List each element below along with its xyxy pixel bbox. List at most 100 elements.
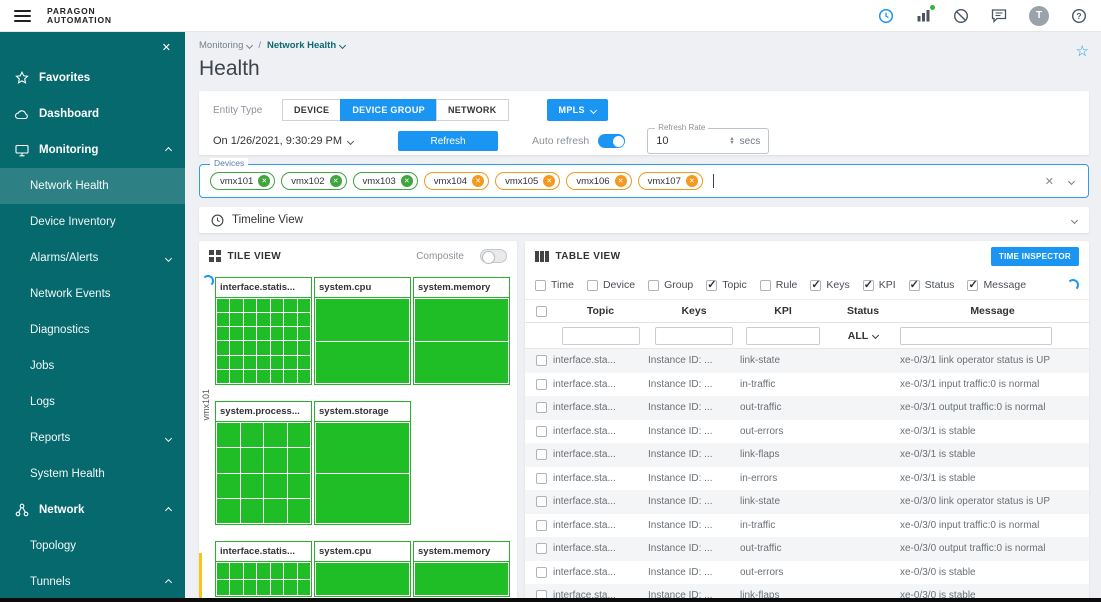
checkbox[interactable] [587,280,598,291]
chip-remove-icon[interactable]: ✕ [543,175,555,187]
composite-toggle[interactable] [480,249,507,263]
row-checkbox[interactable] [536,496,547,507]
device-chip[interactable]: vmx103 ✕ [353,172,418,190]
treemap-tile[interactable]: system.storage [314,401,411,525]
time-machine-icon[interactable] [878,8,894,24]
treemap-tile[interactable]: system.memory [413,541,510,597]
treemap-tile[interactable]: interface.statis... [215,277,312,385]
devices-field[interactable]: Devices vmx101 ✕ vmx102 ✕ vmx103 ✕ vmx10… [199,164,1089,198]
sidebar-item-logs[interactable]: Logs [0,384,185,420]
sidebar-item-network[interactable]: Network [0,492,185,528]
column-header-keys[interactable]: Keys [648,305,740,317]
table-row[interactable]: interface.sta...Instance ID: ...in-traff… [525,373,1089,397]
column-header-topic[interactable]: Topic [553,305,648,317]
refresh-rate-value[interactable]: 10 [656,135,729,147]
refresh-button[interactable]: Refresh [398,131,498,151]
row-checkbox[interactable] [536,543,547,554]
table-row[interactable]: interface.sta...Instance ID: ...link-fla… [525,584,1089,599]
device-chip[interactable]: vmx105 ✕ [495,172,560,190]
row-checkbox[interactable] [536,402,547,413]
checkbox-checked[interactable] [706,280,717,291]
user-avatar[interactable]: T [1029,6,1049,26]
column-header-message[interactable]: Message [900,305,1085,317]
chip-remove-icon[interactable]: ✕ [686,175,698,187]
table-row[interactable]: interface.sta...Instance ID: ...link-sta… [525,490,1089,514]
sidebar-item-monitoring[interactable]: Monitoring [0,132,185,168]
chip-remove-icon[interactable]: ✕ [330,175,342,187]
checkbox-checked[interactable] [863,280,874,291]
sidebar-item-network-health[interactable]: Network Health [0,168,185,204]
table-row[interactable]: interface.sta...Instance ID: ...out-erro… [525,420,1089,444]
treemap-cells[interactable] [216,562,311,596]
row-checkbox[interactable] [536,355,547,366]
treemap-tile[interactable]: system.memory [413,277,510,385]
sidebar-close-icon[interactable]: ✕ [162,41,171,54]
column-header-status[interactable]: Status [826,305,900,317]
treemap-tile[interactable]: system.cpu [314,277,411,385]
treemap-tile[interactable]: system.cpu [314,541,411,597]
disabled-icon[interactable] [953,8,969,24]
filter-message[interactable]: Message [967,279,1026,291]
favorite-star-icon[interactable]: ☆ [1076,42,1089,60]
chip-remove-icon[interactable]: ✕ [472,175,484,187]
table-row[interactable]: interface.sta...Instance ID: ...out-traf… [525,396,1089,420]
table-row[interactable]: interface.sta...Instance ID: ...link-fla… [525,443,1089,467]
device-chip[interactable]: vmx102 ✕ [281,172,346,190]
treemap-cells[interactable] [315,298,410,384]
filter-rule[interactable]: Rule [760,279,798,291]
checkbox[interactable] [648,280,659,291]
filter-device[interactable]: Device [587,279,635,291]
message-filter-input[interactable] [900,327,1052,345]
filter-keys[interactable]: Keys [810,279,849,291]
filter-group[interactable]: Group [648,279,693,291]
sidebar-item-jobs[interactable]: Jobs [0,348,185,384]
treemap-cells[interactable] [315,422,410,524]
checkbox-checked[interactable] [967,280,978,291]
chevron-down-icon[interactable] [1068,177,1075,184]
chip-remove-icon[interactable]: ✕ [615,175,627,187]
row-checkbox[interactable] [536,473,547,484]
sidebar-item-favorites[interactable]: Favorites [0,60,185,96]
treemap-cells[interactable] [315,562,410,596]
help-icon[interactable]: ? [1071,8,1087,24]
treemap-tile[interactable]: interface.statis... [215,541,312,597]
row-checkbox[interactable] [536,449,547,460]
entity-device-group-button[interactable]: DEVICE GROUP [340,99,437,121]
row-checkbox[interactable] [536,379,547,390]
kpi-filter-input[interactable] [746,327,820,345]
sidebar-item-tunnels[interactable]: Tunnels [0,564,185,600]
feedback-icon[interactable] [991,8,1007,23]
filter-status[interactable]: Status [909,279,955,291]
sidebar-item-topology[interactable]: Topology [0,528,185,564]
time-inspector-button[interactable]: TIME INSPECTOR [991,247,1079,266]
sidebar-item-dashboard[interactable]: Dashboard [0,96,185,132]
table-row[interactable]: interface.sta...Instance ID: ...out-traf… [525,537,1089,561]
breadcrumb-network-health[interactable]: Network Health [267,40,345,51]
treemap-cells[interactable] [414,562,509,596]
sidebar-item-device-inventory[interactable]: Device Inventory [0,204,185,240]
sidebar-item-system-health[interactable]: System Health [0,456,185,492]
table-row[interactable]: interface.sta...Instance ID: ...in-traff… [525,514,1089,538]
column-header-kpi[interactable]: KPI [740,305,826,317]
chip-remove-icon[interactable]: ✕ [258,175,270,187]
row-checkbox[interactable] [536,426,547,437]
sidebar-item-network-events[interactable]: Network Events [0,276,185,312]
keys-filter-input[interactable] [655,327,733,345]
device-chip[interactable]: vmx107 ✕ [638,172,703,190]
checkbox[interactable] [760,280,771,291]
topic-filter-input[interactable] [562,327,640,345]
datetime-dropdown[interactable]: On 1/26/2021, 9:30:29 PM [213,135,398,147]
treemap-cells[interactable] [216,422,311,524]
row-checkbox[interactable] [536,520,547,531]
table-row[interactable]: interface.sta...Instance ID: ...out-erro… [525,561,1089,585]
device-chip[interactable]: vmx104 ✕ [424,172,489,190]
timeline-view-bar[interactable]: Timeline View [199,207,1089,233]
auto-refresh-toggle[interactable] [598,134,625,148]
sidebar-item-diagnostics[interactable]: Diagnostics [0,312,185,348]
entity-network-button[interactable]: NETWORK [436,99,509,121]
treemap-cells[interactable] [414,298,509,384]
device-chip[interactable]: vmx101 ✕ [210,172,275,190]
sidebar-item-alarms-alerts[interactable]: Alarms/Alerts [0,240,185,276]
breadcrumb-monitoring[interactable]: Monitoring [199,40,252,51]
device-chip[interactable]: vmx106 ✕ [566,172,631,190]
